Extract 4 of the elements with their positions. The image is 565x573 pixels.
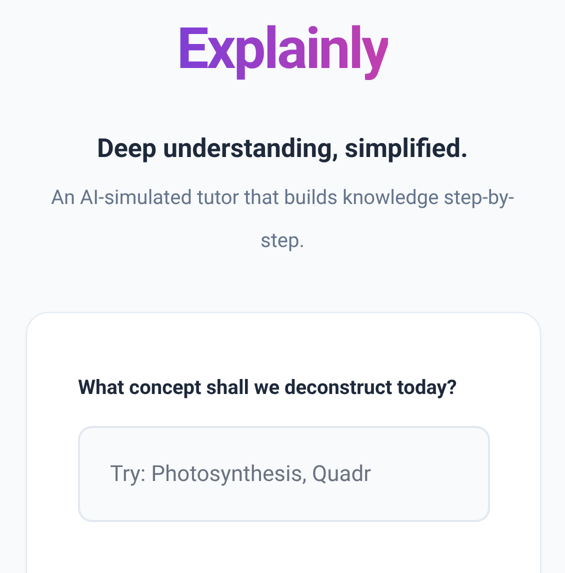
- concept-input-field[interactable]: Try: Photosynthesis, Quadr: [78, 426, 490, 522]
- prompt-label: What concept shall we deconstruct today?: [78, 374, 458, 401]
- subtitle: An AI-simulated tutor that builds knowledge step-by-step.: [50, 184, 515, 254]
- headline: Deep understanding, simplified.: [96, 133, 468, 166]
